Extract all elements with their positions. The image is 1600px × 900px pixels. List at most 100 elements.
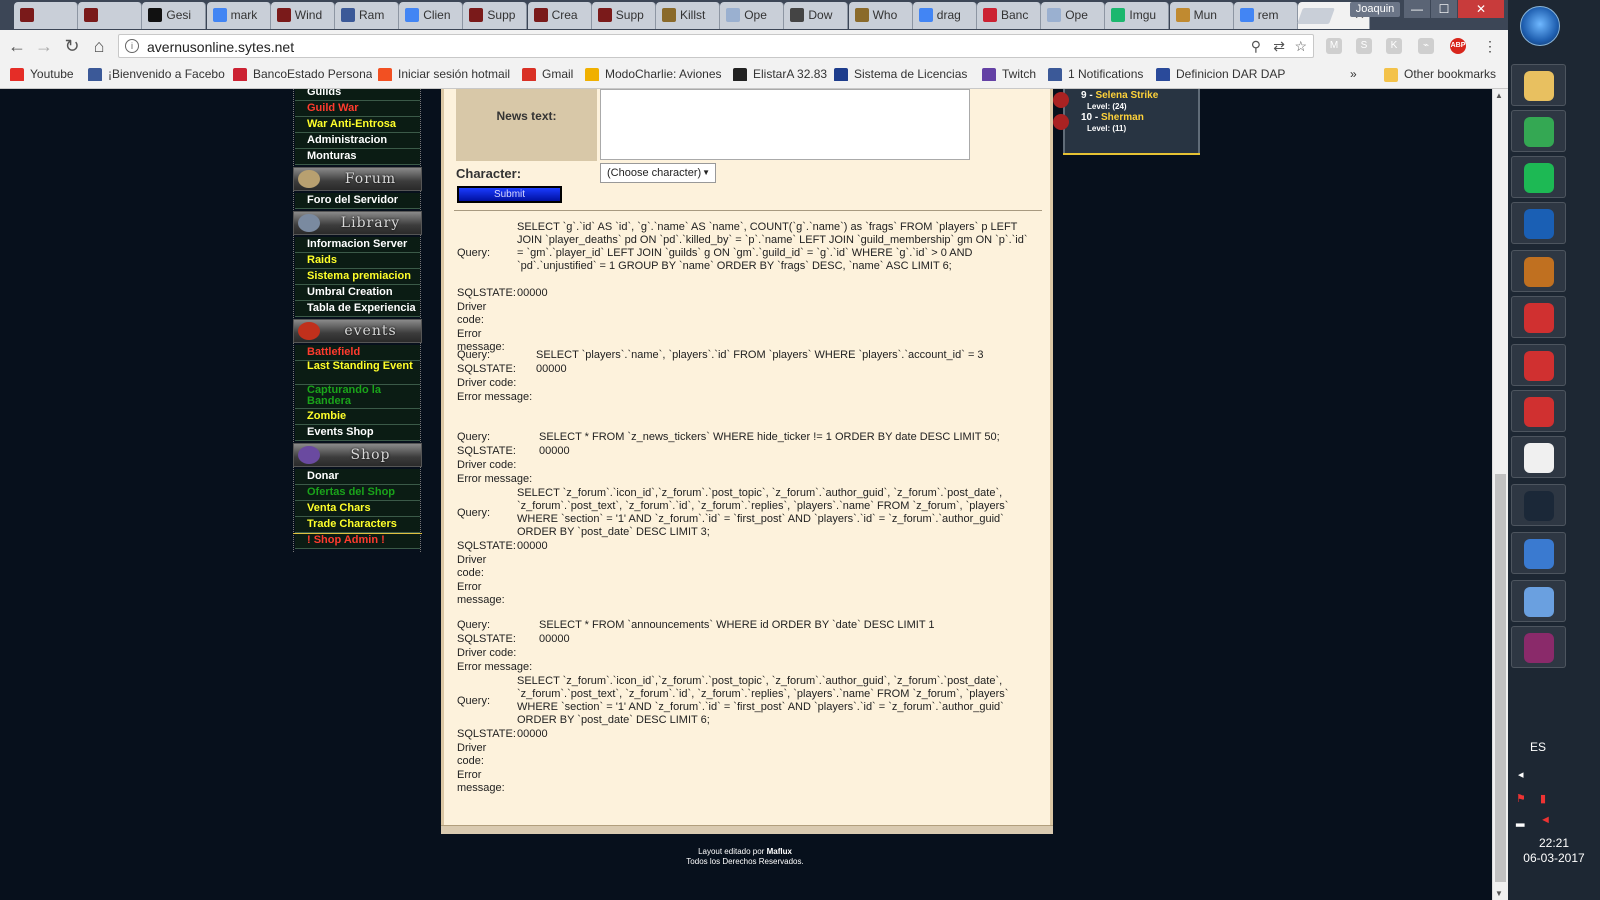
page-scrollbar[interactable]: ▲ ▼ bbox=[1492, 89, 1508, 900]
bookmark-item[interactable]: Twitch bbox=[982, 67, 1036, 81]
browser-tab[interactable]: Supp bbox=[463, 2, 528, 29]
sidebar-item[interactable]: Umbral Creation bbox=[295, 285, 420, 301]
browser-tab[interactable]: Gesi bbox=[142, 2, 207, 29]
browser-tab[interactable] bbox=[14, 2, 78, 29]
extension-pdf-icon[interactable]: ⌁ bbox=[1418, 38, 1434, 54]
taskbar-app-league-launcher[interactable] bbox=[1511, 202, 1566, 244]
sidebar-item[interactable]: Foro del Servidor bbox=[295, 193, 420, 209]
tray-network-icon[interactable]: ▂ bbox=[1516, 814, 1530, 827]
site-info-icon[interactable]: i bbox=[125, 39, 139, 53]
scroll-up-icon[interactable]: ▲ bbox=[1495, 91, 1503, 100]
sidebar-item[interactable]: Guild War bbox=[295, 101, 420, 117]
tray-language[interactable]: ES bbox=[1530, 740, 1546, 754]
browser-tab[interactable]: drag bbox=[912, 2, 977, 29]
tray-expand-icon[interactable]: ◂ bbox=[1518, 768, 1532, 781]
taskbar-app-computer[interactable] bbox=[1511, 532, 1566, 574]
events-header[interactable]: events bbox=[293, 319, 422, 343]
home-icon[interactable]: ⌂ bbox=[88, 35, 110, 57]
sidebar-item[interactable]: Zombie bbox=[295, 409, 420, 425]
new-tab-button[interactable] bbox=[1297, 8, 1335, 24]
close-window-button[interactable]: ✕ bbox=[1458, 0, 1504, 18]
other-bookmarks-folder[interactable]: Other bookmarks bbox=[1384, 67, 1496, 82]
scrollbar-thumb[interactable] bbox=[1495, 474, 1506, 882]
reload-icon[interactable]: ↻ bbox=[61, 35, 83, 57]
extension-s-icon[interactable]: S bbox=[1356, 38, 1372, 54]
taskbar-app-game-launcher-1[interactable] bbox=[1511, 296, 1566, 338]
forward-icon[interactable]: → bbox=[33, 35, 55, 57]
sidebar-item[interactable]: Donar bbox=[295, 469, 420, 485]
browser-tab[interactable]: mark bbox=[206, 2, 271, 29]
scroll-down-icon[interactable]: ▼ bbox=[1495, 889, 1503, 898]
tray-battery-icon[interactable]: ▮ bbox=[1540, 792, 1554, 805]
bookmark-item[interactable]: BancoEstado Persona bbox=[233, 67, 372, 81]
top-player-name[interactable]: 10 - Sherman bbox=[1081, 112, 1144, 123]
shop-header[interactable]: Shop bbox=[293, 443, 422, 467]
bookmark-item[interactable]: Sistema de Licencias bbox=[834, 67, 967, 81]
bookmark-item[interactable]: ElistarA 32.83 bbox=[733, 67, 827, 81]
bookmark-item[interactable]: ModoCharlie: Aviones bbox=[585, 67, 722, 81]
maximize-button[interactable]: ☐ bbox=[1431, 0, 1457, 18]
sidebar-item[interactable]: Monturas bbox=[295, 149, 420, 165]
sidebar-item[interactable]: Guilds bbox=[295, 89, 420, 101]
sidebar-item[interactable]: Capturando la Bandera bbox=[295, 385, 420, 409]
browser-tab[interactable] bbox=[78, 2, 143, 29]
sidebar-item[interactable]: Informacion Server bbox=[295, 237, 420, 253]
tray-volume-icon[interactable]: ◄ bbox=[1540, 814, 1554, 826]
zoom-icon[interactable]: ⚲ bbox=[1251, 38, 1261, 55]
browser-tab[interactable]: Banc bbox=[977, 2, 1041, 29]
top-player-name[interactable]: 9 - Selena Strike bbox=[1081, 90, 1158, 101]
adblock-plus-icon[interactable]: ABP bbox=[1450, 38, 1466, 54]
address-bar[interactable]: i avernusonline.sytes.net ⚲ ⇄ ☆ bbox=[118, 34, 1314, 58]
sidebar-item[interactable]: War Anti-Entrosa bbox=[295, 117, 420, 133]
taskbar-app-info-app[interactable] bbox=[1511, 436, 1566, 478]
browser-tab[interactable]: Crea bbox=[527, 2, 592, 29]
taskbar-app-game-launcher-2[interactable] bbox=[1511, 344, 1566, 386]
taskbar-app-squirrel-app[interactable] bbox=[1511, 250, 1566, 292]
sidebar-item[interactable]: Last Standing Event bbox=[295, 361, 420, 385]
windows-start-button[interactable] bbox=[1520, 6, 1560, 46]
browser-tab[interactable]: Dow bbox=[784, 2, 849, 29]
browser-tab[interactable]: Supp bbox=[591, 2, 656, 29]
taskbar-app-spotify[interactable] bbox=[1511, 156, 1566, 198]
sidebar-item[interactable]: Trade Characters bbox=[295, 517, 420, 533]
browser-tab[interactable]: Who bbox=[848, 2, 913, 29]
bookmark-item[interactable]: Iniciar sesión hotmail bbox=[378, 67, 510, 81]
minimize-button[interactable]: — bbox=[1404, 0, 1430, 18]
sidebar-item[interactable]: Venta Chars bbox=[295, 501, 420, 517]
character-select[interactable]: (Choose character) ▼ bbox=[600, 163, 716, 183]
sidebar-item[interactable]: Raids bbox=[295, 253, 420, 269]
back-icon[interactable]: ← bbox=[6, 35, 28, 57]
sidebar-item[interactable]: Battlefield bbox=[295, 345, 420, 361]
taskbar-app-file-explorer[interactable] bbox=[1511, 64, 1566, 106]
taskbar-app-steam[interactable] bbox=[1511, 484, 1566, 526]
browser-tab[interactable]: Mun bbox=[1169, 2, 1234, 29]
taskbar-app-winrar[interactable] bbox=[1511, 626, 1566, 668]
bookmark-item[interactable]: Youtube bbox=[10, 67, 74, 81]
forum-header[interactable]: Forum bbox=[293, 167, 422, 191]
browser-tab[interactable]: rem bbox=[1233, 2, 1298, 29]
submit-button[interactable]: Submit bbox=[457, 186, 562, 203]
menu-kebab-icon[interactable]: ⋮ bbox=[1482, 38, 1498, 54]
browser-tab[interactable]: Ope bbox=[720, 2, 785, 29]
translate-icon[interactable]: ⇄ bbox=[1273, 38, 1285, 55]
sidebar-item[interactable]: Sistema premiacion bbox=[295, 269, 420, 285]
taskbar-app-paint[interactable] bbox=[1511, 580, 1566, 622]
browser-tab[interactable]: Clien bbox=[399, 2, 464, 29]
bookmark-item[interactable]: 1 Notifications bbox=[1048, 67, 1143, 81]
bookmark-item[interactable]: Definicion DAR DAP bbox=[1156, 67, 1285, 81]
browser-tab[interactable]: Imgu bbox=[1105, 2, 1170, 29]
sidebar-item[interactable]: Tabla de Experiencia bbox=[295, 301, 420, 317]
profile-button[interactable]: Joaquin bbox=[1350, 2, 1400, 17]
extension-m-icon[interactable]: M bbox=[1326, 38, 1342, 54]
sidebar-item[interactable]: Administracion bbox=[295, 133, 420, 149]
bookmark-item[interactable]: Gmail bbox=[522, 67, 573, 81]
browser-tab[interactable]: Wind bbox=[270, 2, 335, 29]
sidebar-item[interactable]: Ofertas del Shop bbox=[295, 485, 420, 501]
library-header[interactable]: Library bbox=[293, 211, 422, 235]
browser-tab[interactable]: Killst bbox=[656, 2, 720, 29]
extension-k-icon[interactable]: K bbox=[1386, 38, 1402, 54]
tray-clock[interactable]: 22:21 06-03-2017 bbox=[1514, 836, 1594, 866]
bookmark-star-icon[interactable]: ☆ bbox=[1294, 38, 1307, 55]
taskbar-app-game-launcher-3[interactable] bbox=[1511, 390, 1566, 432]
tray-alert-icon[interactable]: ⚑ bbox=[1516, 792, 1530, 805]
